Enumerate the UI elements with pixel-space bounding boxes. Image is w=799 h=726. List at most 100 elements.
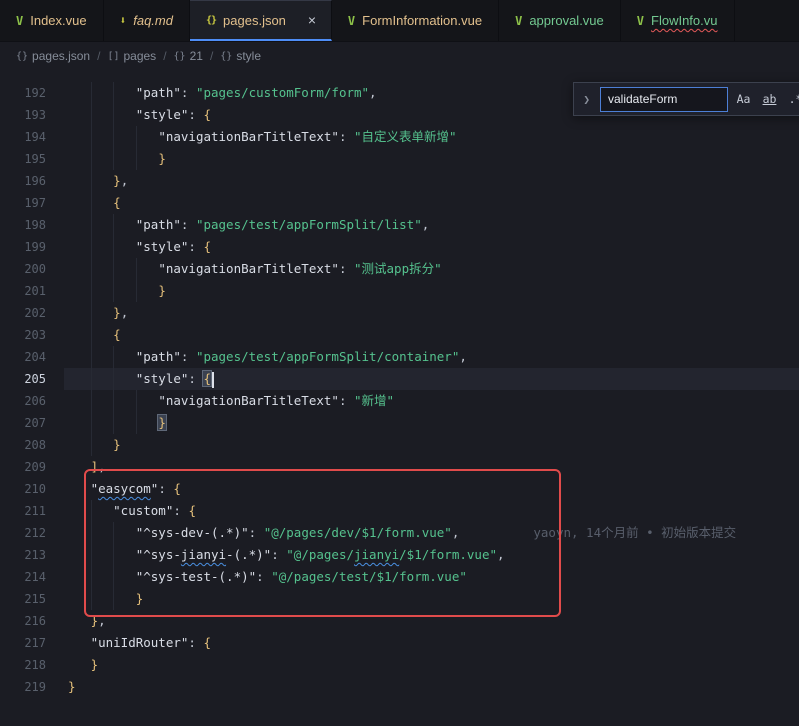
line-number[interactable]: 216 (0, 610, 46, 632)
line-number[interactable]: 209 (0, 456, 46, 478)
code-line[interactable]: 196 }, (0, 170, 799, 192)
code-line-content: "custom": { (64, 500, 799, 522)
code-line-content: "navigationBarTitleText": "新增" (64, 390, 799, 412)
code-token: "^sys-test-(.*)" (136, 569, 256, 584)
indent-guide (113, 412, 114, 434)
code-line[interactable]: 208 } (0, 434, 799, 456)
tab-pages.json[interactable]: {}pages.json× (190, 0, 332, 41)
whole-word-button[interactable]: ab (759, 89, 780, 110)
indent-guide (113, 522, 114, 544)
line-number[interactable]: 194 (0, 126, 46, 148)
breadcrumb-item-pages.json[interactable]: {}pages.json (16, 49, 90, 63)
code-token: "自定义表单新增" (354, 129, 457, 144)
line-number[interactable]: 211 (0, 500, 46, 522)
line-number[interactable]: 207 (0, 412, 46, 434)
vue-file-icon: V (637, 14, 644, 28)
line-number[interactable]: 193 (0, 104, 46, 126)
indent-guide (91, 522, 92, 544)
indent-guide (91, 214, 92, 236)
code-line[interactable]: 217 "uniIdRouter": { (0, 632, 799, 654)
symbol-icon: [] (107, 51, 119, 62)
line-number[interactable]: 215 (0, 588, 46, 610)
code-line[interactable]: 195 } (0, 148, 799, 170)
code-line[interactable]: 197 { (0, 192, 799, 214)
tab-FlowInfo.vu[interactable]: VFlowInfo.vu (621, 0, 735, 41)
code-line[interactable]: 206 "navigationBarTitleText": "新增" (0, 390, 799, 412)
line-number[interactable]: 214 (0, 566, 46, 588)
line-number[interactable]: 200 (0, 258, 46, 280)
indent-guide (91, 544, 92, 566)
code-token: } (113, 437, 121, 452)
line-number[interactable]: 205 (0, 368, 46, 390)
match-case-button[interactable]: Aa (733, 89, 754, 110)
line-number[interactable]: 202 (0, 302, 46, 324)
code-token: { (173, 481, 181, 496)
line-number[interactable]: 195 (0, 148, 46, 170)
indent-guide (113, 588, 114, 610)
line-number[interactable]: 213 (0, 544, 46, 566)
line-number[interactable]: 218 (0, 654, 46, 676)
code-line[interactable]: 207 } (0, 412, 799, 434)
line-number[interactable]: 204 (0, 346, 46, 368)
line-number[interactable]: 212 (0, 522, 46, 544)
line-number[interactable]: 199 (0, 236, 46, 258)
code-token: { (113, 327, 121, 342)
line-number[interactable]: 198 (0, 214, 46, 236)
tab-Index.vue[interactable]: VIndex.vue (0, 0, 104, 41)
code-line[interactable]: 210 "easycom": { (0, 478, 799, 500)
code-line-content: "style": { (64, 368, 799, 390)
toggle-replace-chevron-icon[interactable]: ❯ (578, 93, 595, 106)
code-line[interactable]: 213 "^sys-jianyi-(.*)": "@/pages/jianyi/… (0, 544, 799, 566)
line-number[interactable]: 201 (0, 280, 46, 302)
line-number[interactable]: 203 (0, 324, 46, 346)
tab-approval.vue[interactable]: Vapproval.vue (499, 0, 621, 41)
find-input[interactable] (600, 87, 728, 112)
code-line[interactable]: 202 }, (0, 302, 799, 324)
code-line[interactable]: 216 }, (0, 610, 799, 632)
line-number[interactable]: 196 (0, 170, 46, 192)
code-line[interactable]: 199 "style": { (0, 236, 799, 258)
regex-button[interactable]: .* (785, 89, 799, 110)
code-line[interactable]: 214 "^sys-test-(.*)": "@/pages/test/$1/f… (0, 566, 799, 588)
indent-guide (113, 148, 114, 170)
tab-FormInformation.vue[interactable]: VFormInformation.vue (332, 0, 499, 41)
code-line-content: "^sys-jianyi-(.*)": "@/pages/jianyi/$1/f… (64, 544, 799, 566)
code-line-content: ], (64, 456, 799, 478)
code-line[interactable]: 219} (0, 676, 799, 698)
code-line[interactable]: 194 "navigationBarTitleText": "自定义表单新增" (0, 126, 799, 148)
tab-faq.md[interactable]: ⬇faq.md (104, 0, 190, 41)
close-tab-icon[interactable]: × (303, 11, 321, 29)
code-line[interactable]: 215 } (0, 588, 799, 610)
line-number[interactable]: 206 (0, 390, 46, 412)
code-line[interactable]: 198 "path": "pages/test/appFormSplit/lis… (0, 214, 799, 236)
line-number[interactable]: 217 (0, 632, 46, 654)
line-number[interactable]: 208 (0, 434, 46, 456)
code-line[interactable]: 200 "navigationBarTitleText": "测试app拆分" (0, 258, 799, 280)
code-line[interactable]: 203 { (0, 324, 799, 346)
line-number[interactable]: 210 (0, 478, 46, 500)
line-number[interactable]: 219 (0, 676, 46, 698)
code-line[interactable]: 205 "style": { (0, 368, 799, 390)
code-line[interactable]: 218 } (0, 654, 799, 676)
code-token: "pages/test/appFormSplit/container" (196, 349, 459, 364)
code-token (68, 85, 136, 100)
indent-guide (91, 588, 92, 610)
code-line[interactable]: 204 "path": "pages/test/appFormSplit/con… (0, 346, 799, 368)
code-line[interactable]: 212 "^sys-dev-(.*)": "@/pages/dev/$1/for… (0, 522, 799, 544)
code-rows: 192 "path": "pages/customForm/form",193 … (0, 70, 799, 698)
code-line[interactable]: 201 } (0, 280, 799, 302)
indent-guide (91, 126, 92, 148)
code-line[interactable]: 211 "custom": { (0, 500, 799, 522)
breadcrumb-item-pages[interactable]: []pages (107, 49, 156, 63)
code-line[interactable]: 209 ], (0, 456, 799, 478)
code-token: , (459, 349, 467, 364)
code-token (68, 349, 136, 364)
indent-guide (91, 368, 92, 390)
code-token: : (339, 129, 354, 144)
line-number[interactable]: 197 (0, 192, 46, 214)
code-token: "custom" (113, 503, 173, 518)
line-number[interactable]: 192 (0, 82, 46, 104)
breadcrumb-item-21[interactable]: {}21 (174, 49, 203, 63)
code-token: "@/pages/ (286, 547, 354, 562)
breadcrumb-item-style[interactable]: {}style (220, 49, 261, 63)
